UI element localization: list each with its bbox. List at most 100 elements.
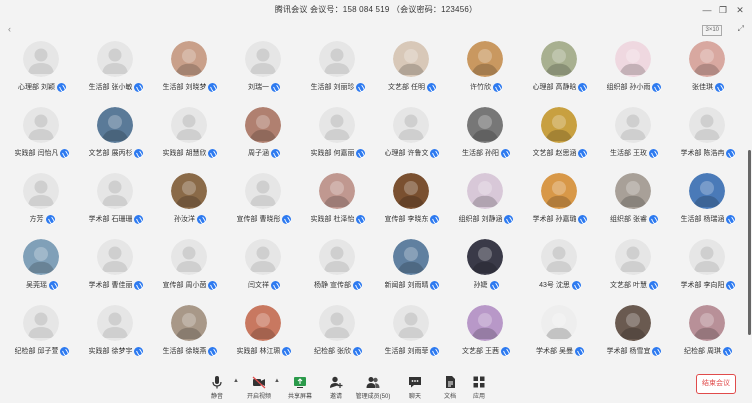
participant-tile[interactable]: 闫文祥 xyxy=(227,236,301,302)
video-options-chevron-icon[interactable]: ▲ xyxy=(274,378,280,384)
participant-tile[interactable]: 学术部 吴曼 xyxy=(523,302,597,368)
participant-tile[interactable]: 学术部 曹佳丽 xyxy=(79,236,153,302)
share-screen-button[interactable]: 共享屏幕 xyxy=(282,375,318,400)
participant-name-row: 宣传部 李晓东 xyxy=(375,214,449,224)
chat-button[interactable]: 聊天 xyxy=(397,375,433,400)
mic-muted-icon xyxy=(578,82,588,92)
participant-tile[interactable]: 心理部 刘颖 xyxy=(5,38,79,104)
participant-tile[interactable]: 宣传部 曹晓彤 xyxy=(227,170,301,236)
mic-muted-icon xyxy=(271,280,280,290)
participant-tile[interactable]: 实践部 胡慧欣 xyxy=(153,104,227,170)
chat-label: 聊天 xyxy=(408,394,421,400)
participant-tile[interactable]: 生活部 孙阳 xyxy=(449,104,523,170)
participant-tile[interactable]: 组织部 孙小雨 xyxy=(597,38,671,104)
participant-tile[interactable]: 心理部 高静晗 xyxy=(523,38,597,104)
participant-tile[interactable]: 实践部 徐梦宇 xyxy=(79,302,153,368)
participant-tile[interactable]: 纪检部 张欣 xyxy=(301,302,375,368)
mute-button[interactable]: 静音 xyxy=(199,375,235,400)
participant-tile[interactable]: 生活部 刘雨菲 xyxy=(375,302,449,368)
participant-tile[interactable]: 文艺部 赵思涵 xyxy=(523,104,597,170)
avatar xyxy=(689,173,725,209)
participant-tile[interactable]: 生活部 徐晓燕 xyxy=(153,302,227,368)
participant-tile[interactable]: 吴莞瑶 xyxy=(5,236,79,302)
participant-name-row: 杨静 宣传部 xyxy=(301,280,375,290)
participant-tile[interactable]: 生活部 杨瑞涵 xyxy=(671,170,745,236)
close-icon[interactable]: ✕ xyxy=(733,3,747,17)
avatar xyxy=(171,41,207,77)
participant-tile[interactable]: 学术部 孙嘉璐 xyxy=(523,170,597,236)
participant-tile[interactable]: 生活部 张小敏 xyxy=(79,38,153,104)
participant-tile[interactable]: 生活部 刘丽珍 xyxy=(301,38,375,104)
participant-name: 学术部 陈浩冉 xyxy=(680,150,725,157)
participant-name: 生活部 孙阳 xyxy=(462,150,499,157)
participant-name: 纪检部 张欣 xyxy=(314,348,351,355)
participant-tile[interactable]: 实践部 何嘉丽 xyxy=(301,104,375,170)
mic-muted-icon xyxy=(356,148,366,158)
participant-name-row: 张佳琪 xyxy=(671,82,745,92)
participant-name: 实践部 林江珮 xyxy=(236,348,281,355)
participant-tile[interactable]: 孙婕 xyxy=(449,236,523,302)
avatar xyxy=(97,239,133,275)
participant-tile[interactable]: 学术部 李向阳 xyxy=(671,236,745,302)
prev-page-icon[interactable]: ‹ xyxy=(8,24,11,34)
participant-tile[interactable]: 新闻部 刘雨晴 xyxy=(375,236,449,302)
participant-tile[interactable]: 文艺部 任明 xyxy=(375,38,449,104)
participant-name-row: 许竹欣 xyxy=(449,82,523,92)
participant-name: 实践部 杜泽怡 xyxy=(310,216,355,223)
restore-icon[interactable]: ❐ xyxy=(716,3,730,17)
participant-tile[interactable]: 学术部 石珊珊 xyxy=(79,170,153,236)
participant-tile[interactable]: 文艺部 叶慧 xyxy=(597,236,671,302)
video-button[interactable]: 开启视频 xyxy=(241,375,277,400)
participant-name: 文艺部 展丙杉 xyxy=(88,150,133,157)
mic-muted-icon xyxy=(648,280,658,290)
gallery-layout-button[interactable]: 3×10 xyxy=(702,25,722,36)
participant-tile[interactable]: 文艺部 王茜 xyxy=(449,302,523,368)
apps-button[interactable]: 应用 xyxy=(461,375,497,400)
mic-muted-icon xyxy=(430,214,440,224)
participant-tile[interactable]: 方芳 xyxy=(5,170,79,236)
meeting-title: 腾讯会议 会议号：158 084 519 （会议密码：123456） xyxy=(274,5,478,14)
participant-name-row: 生活部 张小敏 xyxy=(79,82,153,92)
avatar xyxy=(171,107,207,143)
participant-tile[interactable]: 许竹欣 xyxy=(449,38,523,104)
audio-options-chevron-icon[interactable]: ▲ xyxy=(233,378,239,384)
participant-tile[interactable]: 实践部 杜泽怡 xyxy=(301,170,375,236)
participant-tile[interactable]: 组织部 张睿 xyxy=(597,170,671,236)
end-meeting-button[interactable]: 结束会议 xyxy=(696,374,736,394)
participant-tile[interactable]: 学术部 杨雪宜 xyxy=(597,302,671,368)
participant-tile[interactable]: 纪检部 周琪 xyxy=(671,302,745,368)
invite-button[interactable]: 邀请 xyxy=(318,375,354,400)
participant-tile[interactable]: 孙汝洋 xyxy=(153,170,227,236)
minimize-icon[interactable]: — xyxy=(700,3,714,17)
participant-tile[interactable]: 张佳琪 xyxy=(671,38,745,104)
mic-muted-icon xyxy=(715,82,724,92)
participants-button[interactable]: 管理成员(50) xyxy=(355,375,391,400)
mic-muted-icon xyxy=(574,346,584,356)
participant-name: 孙婕 xyxy=(473,282,488,289)
participant-tile[interactable]: 43号 沈思 xyxy=(523,236,597,302)
participant-tile[interactable]: 纪检部 邱子萱 xyxy=(5,302,79,368)
grid-scrollbar[interactable] xyxy=(748,150,751,335)
participant-tile[interactable]: 实践部 林江珮 xyxy=(227,302,301,368)
participant-tile[interactable]: 宣传部 李晓东 xyxy=(375,170,449,236)
participant-name-row: 实践部 闫怡凡 xyxy=(5,148,79,158)
fullscreen-icon[interactable]: ⤢ xyxy=(738,24,744,34)
mic-muted-icon xyxy=(493,82,502,92)
participant-tile[interactable]: 学术部 陈浩冉 xyxy=(671,104,745,170)
participant-tile[interactable]: 周子涵 xyxy=(227,104,301,170)
participant-tile[interactable]: 生活部 王玫 xyxy=(597,104,671,170)
participant-name-row: 实践部 胡慧欣 xyxy=(153,148,227,158)
participant-name: 宣传部 李晓东 xyxy=(384,216,429,223)
avatar xyxy=(97,305,133,341)
participant-tile[interactable]: 心理部 许鲁文 xyxy=(375,104,449,170)
participant-tile[interactable]: 实践部 闫怡凡 xyxy=(5,104,79,170)
participant-tile[interactable]: 宣传部 周小茵 xyxy=(153,236,227,302)
participant-name: 心理部 刘颖 xyxy=(18,84,55,91)
participant-tile[interactable]: 文艺部 展丙杉 xyxy=(79,104,153,170)
mic-muted-icon xyxy=(45,214,55,224)
participant-tile[interactable]: 组织部 刘静涵 xyxy=(449,170,523,236)
participant-tile[interactable]: 杨静 宣传部 xyxy=(301,236,375,302)
participant-tile[interactable]: 生活部 刘晓梦 xyxy=(153,38,227,104)
participant-tile[interactable]: 刘瑞一 xyxy=(227,38,301,104)
participant-name-row: 心理部 刘颖 xyxy=(5,82,79,92)
